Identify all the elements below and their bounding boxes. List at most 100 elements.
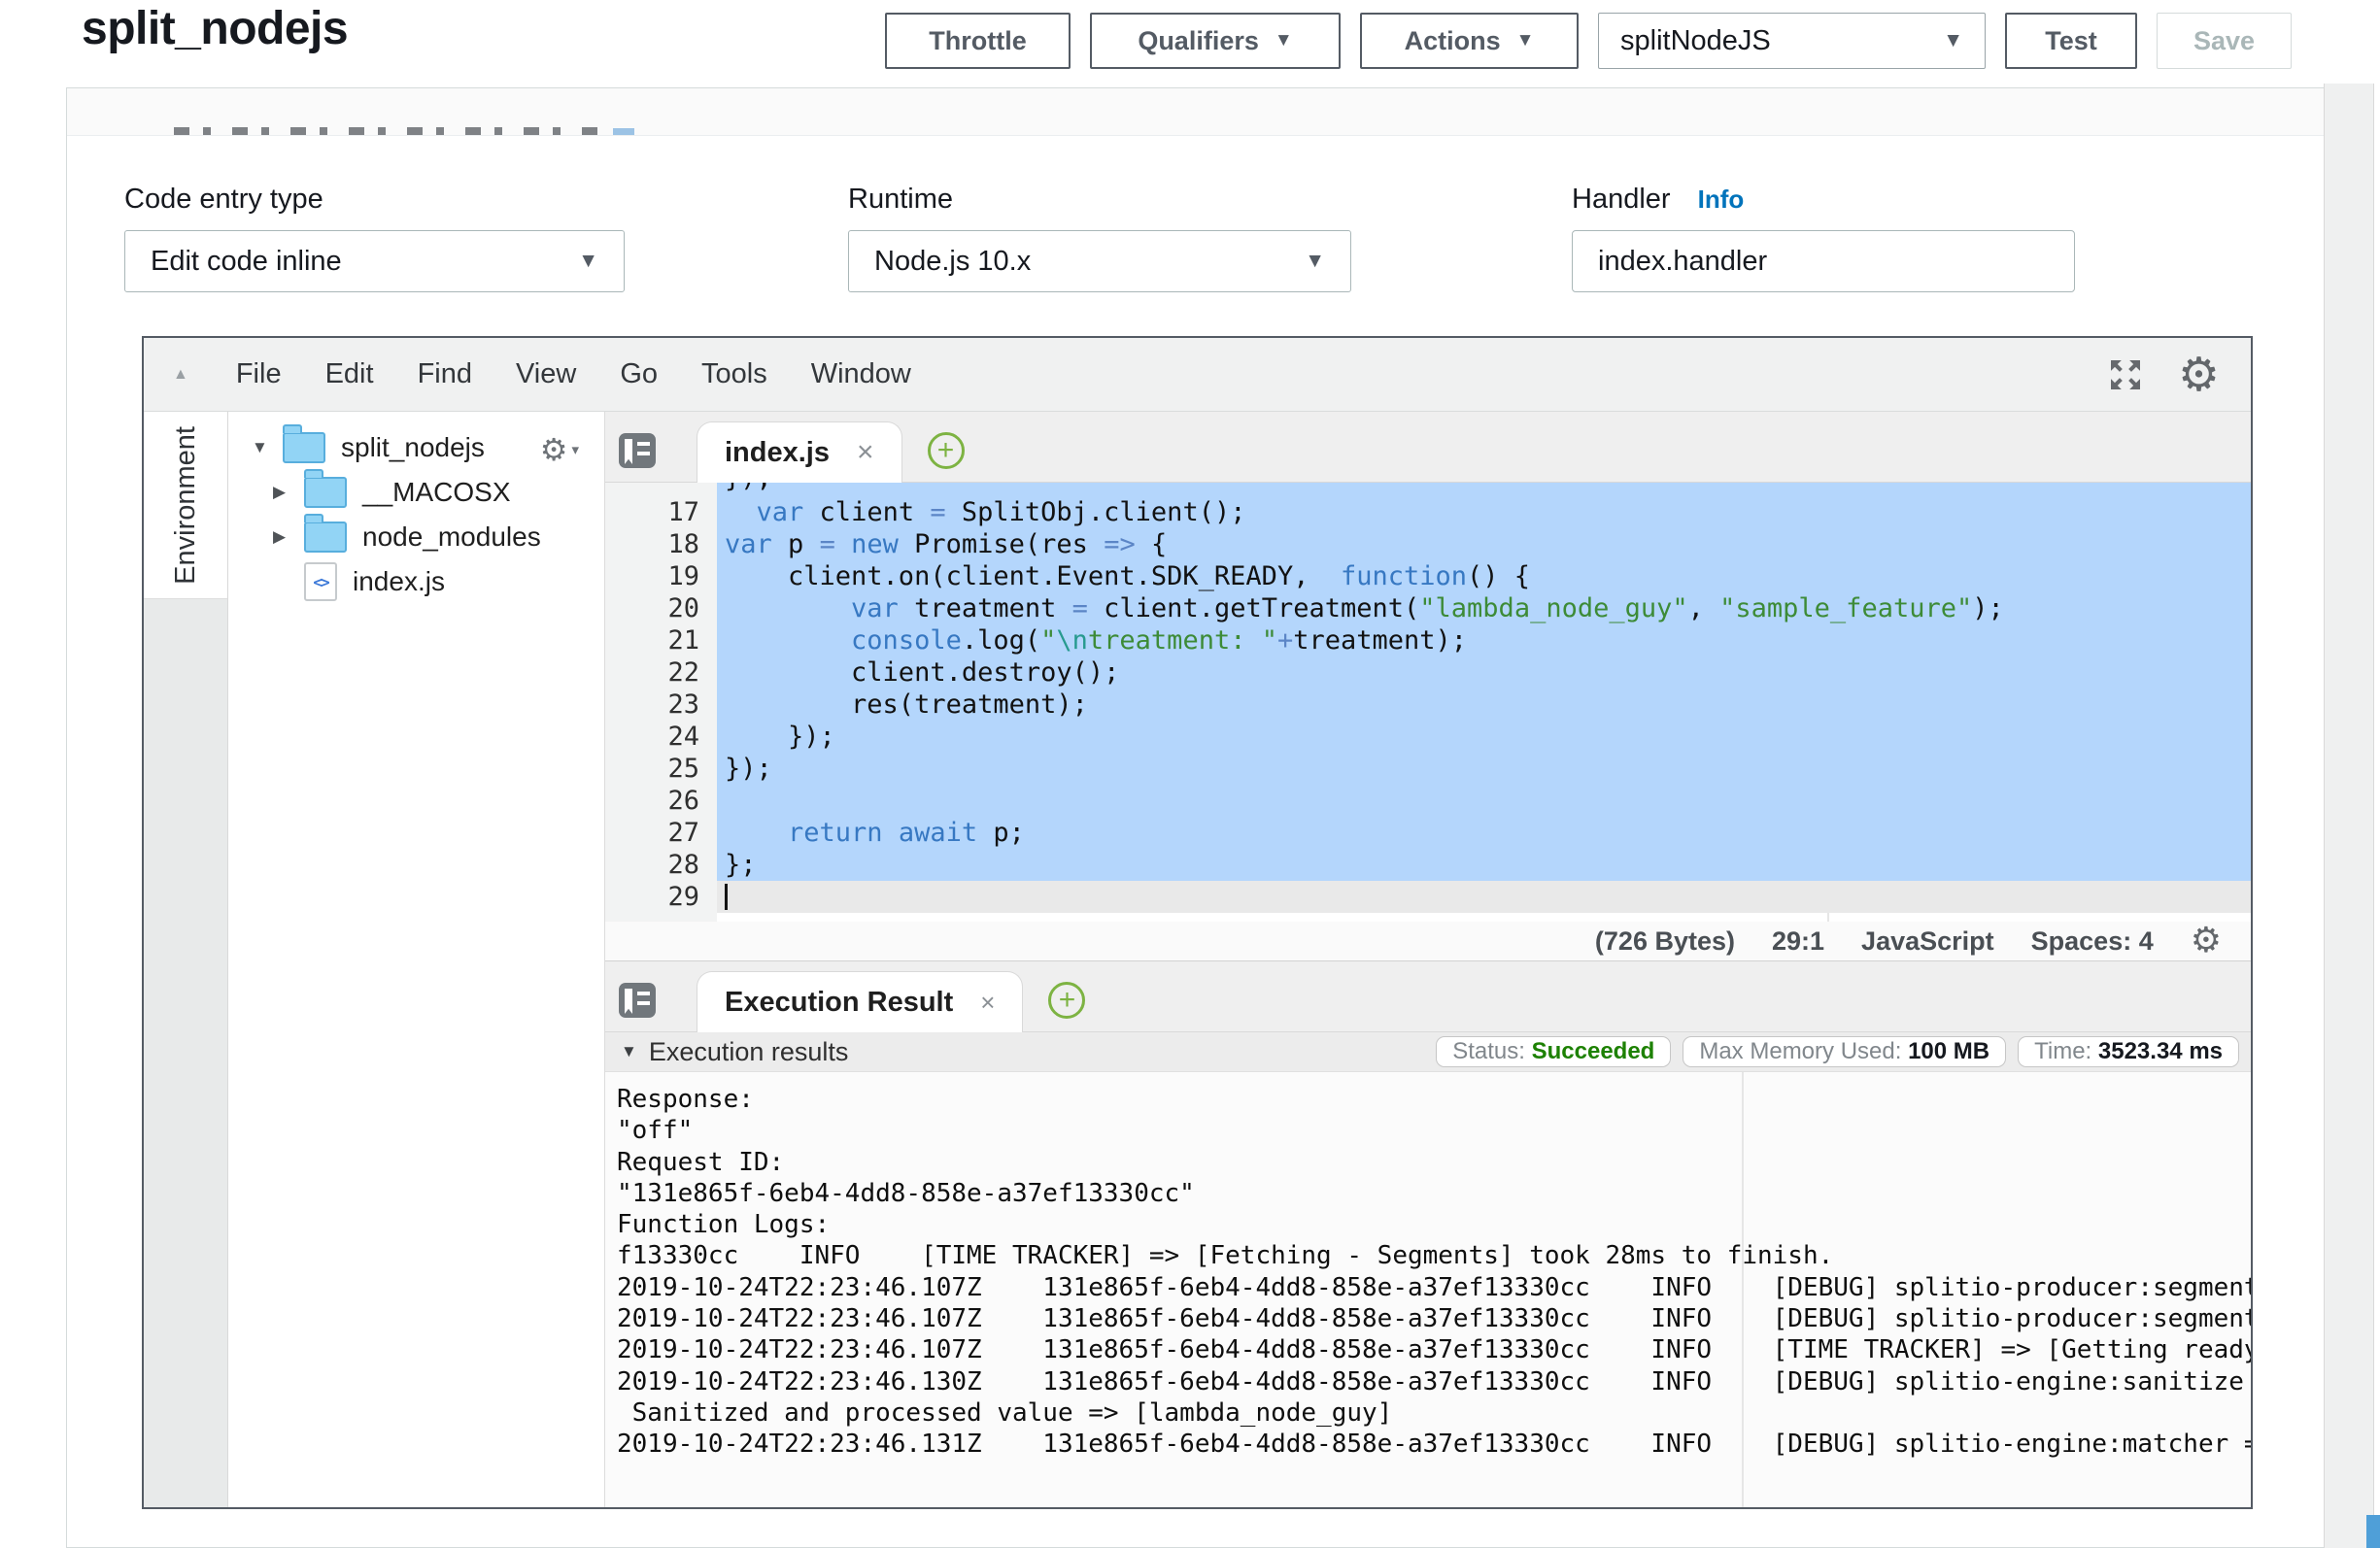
alias-select-value: splitNodeJS xyxy=(1620,25,1771,57)
save-button[interactable]: Save xyxy=(2157,13,2292,69)
language-indicator[interactable]: JavaScript xyxy=(1861,926,1994,957)
handler-info-link[interactable]: Info xyxy=(1698,185,1745,214)
execution-results-title: Execution results xyxy=(649,1037,849,1067)
close-tab-icon[interactable]: × xyxy=(857,438,874,467)
throttle-button-label: Throttle xyxy=(929,26,1027,56)
add-tab-icon[interactable]: + xyxy=(1048,982,1085,1019)
status-badge-100-mb: Max Memory Used: 100 MB xyxy=(1683,1036,2006,1067)
environment-tab[interactable]: Environment xyxy=(144,412,227,599)
tree-item-index.js[interactable]: <>index.js xyxy=(228,559,604,604)
blue-accent-sliver xyxy=(2366,1515,2380,1548)
tree-item-__MACOSX[interactable]: ▶ __MACOSX xyxy=(228,470,604,515)
fullscreen-icon[interactable] xyxy=(2106,355,2145,394)
tab-stack-icon[interactable] xyxy=(619,433,656,468)
throttle-button[interactable]: Throttle xyxy=(885,13,1071,69)
log-line: 2019-10-24T22:23:46.131Z 131e865f-6eb4-4… xyxy=(617,1429,2251,1460)
editor-main-column: index.js × + });17 var client = SplitObj… xyxy=(604,412,2251,1507)
handler-input[interactable]: index.handler xyxy=(1572,230,2075,292)
tree-item-label: index.js xyxy=(353,566,445,597)
page-title: split_nodejs xyxy=(82,2,348,55)
code-line-22: 22 client.destroy(); xyxy=(605,656,2251,689)
cursor-position-indicator[interactable]: 29:1 xyxy=(1772,926,1824,957)
menu-items: File Edit Find View Go Tools Window xyxy=(236,358,911,390)
actions-button[interactable]: Actions ▼ xyxy=(1360,13,1579,69)
clipped-text-fragment-blue xyxy=(613,128,634,135)
editor-status-bar: (726 Bytes) 29:1 JavaScript Spaces: 4 ⚙︎ xyxy=(605,922,2251,961)
code-line-25: 25}); xyxy=(605,753,2251,785)
menu-window[interactable]: Window xyxy=(811,358,911,390)
qualifiers-button[interactable]: Qualifiers ▼ xyxy=(1090,13,1341,69)
code-line-28: 28}; xyxy=(605,849,2251,881)
tree-item-split_nodejs[interactable]: ▼ split_nodejs ⚙︎▾ xyxy=(228,425,604,470)
function-code-card: Code entry type Edit code inline ▼ Runti… xyxy=(66,87,2352,1548)
section-caret-icon[interactable]: ▼ xyxy=(621,1042,637,1061)
chevron-down-icon: ▼ xyxy=(1943,29,1963,52)
gear-icon[interactable]: ⚙︎ xyxy=(2191,924,2222,959)
caret-down-icon[interactable]: ▼ xyxy=(252,438,283,457)
code-editor[interactable]: });17 var client = SplitObj.client();18v… xyxy=(605,483,2251,922)
handler-label: Handler Info xyxy=(1572,184,1744,216)
menubar-right: ⚙︎ xyxy=(2106,352,2251,398)
indentation-indicator[interactable]: Spaces: 4 xyxy=(2031,926,2154,957)
code-line-24: 24 }); xyxy=(605,721,2251,753)
log-line: "131e865f-6eb4-4dd8-858e-a37ef13330cc" xyxy=(617,1178,2251,1209)
code-line-18: 18var p = new Promise(res => { xyxy=(605,528,2251,560)
lambda-console-screen: split_nodejs Throttle Qualifiers ▼ Actio… xyxy=(0,0,2380,1548)
log-line: Request ID: xyxy=(617,1147,2251,1178)
log-line: "off" xyxy=(617,1115,2251,1146)
menu-tools[interactable]: Tools xyxy=(701,358,767,390)
folder-icon xyxy=(283,432,325,463)
code-line-23: 23 res(treatment); xyxy=(605,689,2251,721)
clipped-text-fragment xyxy=(174,127,601,135)
menu-go[interactable]: Go xyxy=(620,358,658,390)
collapse-triangle-icon[interactable]: ▲ xyxy=(173,366,188,384)
caret-right-icon[interactable]: ▶ xyxy=(273,483,304,502)
tab-stack-icon[interactable] xyxy=(619,983,656,1018)
code-entry-type-value: Edit code inline xyxy=(151,246,342,278)
execution-output[interactable]: Response:"off"Request ID:"131e865f-6eb4-… xyxy=(605,1072,2251,1507)
menu-view[interactable]: View xyxy=(516,358,576,390)
log-line: 2019-10-24T22:23:46.130Z 131e865f-6eb4-4… xyxy=(617,1366,2251,1397)
runtime-label: Runtime xyxy=(848,184,953,216)
add-tab-icon[interactable]: + xyxy=(928,432,965,469)
menu-edit[interactable]: Edit xyxy=(325,358,374,390)
handler-input-value: index.handler xyxy=(1598,246,1767,278)
file-tree: ▼ split_nodejs ⚙︎▾ ▶ __MACOSX ▶node_modules<>… xyxy=(228,412,604,1507)
test-button[interactable]: Test xyxy=(2005,13,2137,69)
tree-gear-icon[interactable]: ⚙︎▾ xyxy=(540,431,579,468)
tab-index-js[interactable]: index.js × xyxy=(697,421,902,483)
execution-results-header: ▼ Execution results Status: Succeeded Max… xyxy=(605,1032,2251,1072)
test-button-label: Test xyxy=(2045,26,2097,56)
tree-item-label: split_nodejs xyxy=(341,432,485,463)
close-tab-icon[interactable]: × xyxy=(980,990,995,1015)
code-line-21: 21 console.log("\ntreatment: "+treatment… xyxy=(605,624,2251,656)
qualifiers-button-label: Qualifiers xyxy=(1138,26,1259,56)
menu-find[interactable]: Find xyxy=(418,358,472,390)
log-line: 2019-10-24T22:23:46.107Z 131e865f-6eb4-4… xyxy=(617,1303,2251,1334)
tree-item-node_modules[interactable]: ▶node_modules xyxy=(228,515,604,559)
runtime-value: Node.js 10.x xyxy=(874,246,1031,278)
chevron-down-icon: ▼ xyxy=(1275,30,1293,51)
alias-select[interactable]: splitNodeJS ▼ xyxy=(1598,13,1986,69)
page-scrollbar[interactable] xyxy=(2324,84,2374,1548)
tree-item-label: __MACOSX xyxy=(362,477,511,508)
code-tab-bar: index.js × + xyxy=(605,412,2251,483)
log-line: f13330cc INFO [TIME TRACKER] => [Fetchin… xyxy=(617,1240,2251,1271)
caret-right-icon[interactable]: ▶ xyxy=(273,527,304,547)
gear-icon[interactable]: ⚙︎ xyxy=(2178,352,2220,398)
log-line: Sanitized and processed value => [lambda… xyxy=(617,1397,2251,1429)
status-badge-succeeded: Status: Succeeded xyxy=(1436,1036,1671,1067)
folder-icon xyxy=(304,522,347,553)
file-size-indicator: (726 Bytes) xyxy=(1595,926,1735,957)
environment-tab-label: Environment xyxy=(170,426,202,585)
text-cursor xyxy=(725,884,728,910)
save-button-label: Save xyxy=(2193,26,2255,56)
tab-execution-result[interactable]: Execution Result × xyxy=(697,971,1023,1032)
code-line-20: 20 var treatment = client.getTreatment("… xyxy=(605,592,2251,624)
menu-file[interactable]: File xyxy=(236,358,282,390)
code-line-19: 19 client.on(client.Event.SDK_READY, fun… xyxy=(605,560,2251,592)
folder-icon xyxy=(304,477,347,508)
runtime-select[interactable]: Node.js 10.x ▼ xyxy=(848,230,1351,292)
code-entry-type-select[interactable]: Edit code inline ▼ xyxy=(124,230,625,292)
chevron-down-icon: ▼ xyxy=(1305,250,1325,273)
